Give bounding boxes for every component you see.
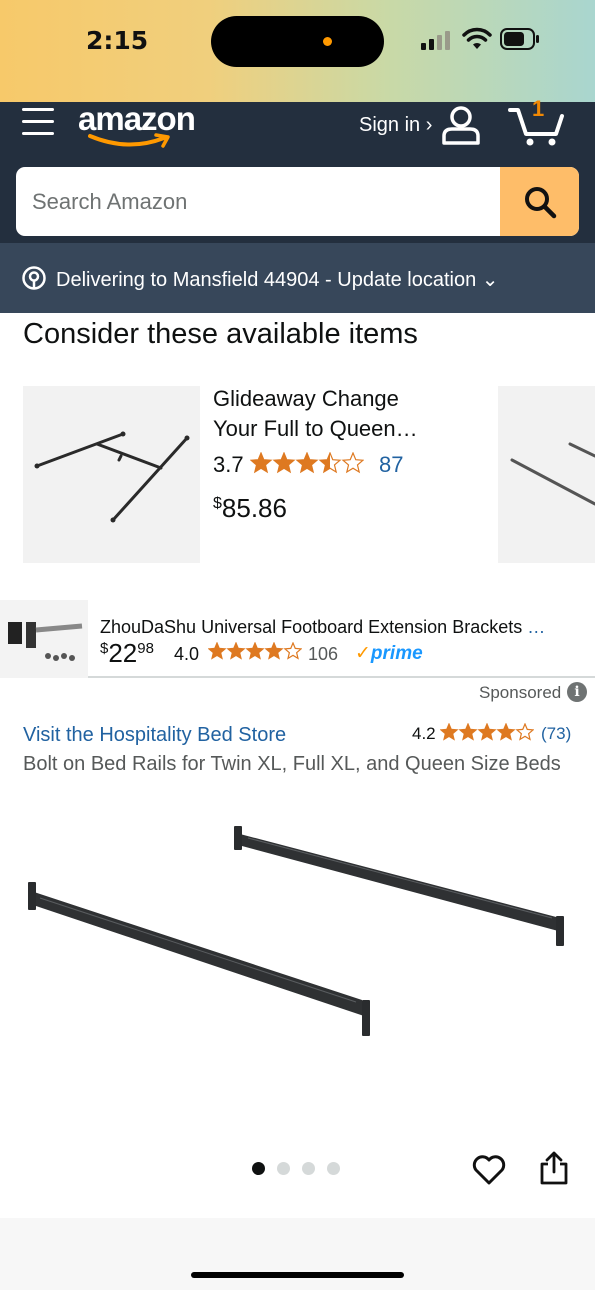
strip-title-text: ZhouDaShu Universal Footboard Extension … (100, 617, 523, 637)
product-card-title-line: Glideaway Change (213, 386, 399, 411)
carousel-dot[interactable] (277, 1162, 290, 1175)
cart-button[interactable]: 1 (506, 96, 568, 148)
cart-count-badge: 1 (532, 96, 545, 121)
prime-label: prime (370, 643, 423, 664)
search-button[interactable] (500, 167, 579, 236)
strip-review-count: 106 (308, 644, 339, 664)
product-card-price: $85.86 (213, 493, 287, 524)
info-icon[interactable]: i (567, 682, 587, 702)
amazon-product-page: 2:15 amazon Sign in › 1 Search Amazon De… (0, 0, 595, 1290)
prime-check-icon: ✓ (355, 643, 371, 664)
bottom-toolbar-area (0, 1218, 595, 1290)
hamburger-menu-icon[interactable] (22, 108, 54, 136)
user-icon[interactable] (440, 105, 482, 145)
carousel-dot[interactable] (252, 1162, 265, 1175)
product-card-title[interactable]: Glideaway Change Your Full to Queen… (213, 384, 453, 444)
strip-price: $2298 (100, 638, 154, 669)
review-count-link[interactable]: 87 (379, 452, 403, 478)
wifi-icon (462, 27, 492, 49)
star-rating-icon (249, 451, 365, 480)
prime-badge: ✓prime (355, 642, 423, 665)
product-thumbnail-bed-rail[interactable] (498, 386, 595, 563)
product-card-rating: 3.7 (213, 451, 365, 480)
visit-store-link[interactable]: Visit the Hospitality Bed Store (23, 724, 286, 747)
share-icon[interactable] (538, 1150, 570, 1186)
strip-product-thumbnail[interactable] (0, 600, 88, 678)
product-title: Bolt on Bed Rails for Twin XL, Full XL, … (23, 753, 561, 775)
price-fraction: 98 (137, 640, 154, 657)
sponsored-label: Sponsored (479, 683, 562, 702)
delivery-location-text: Delivering to Mansfield 44904 - Update l… (56, 269, 499, 291)
status-time: 2:15 (86, 26, 149, 55)
carousel-dot[interactable] (302, 1162, 315, 1175)
delivery-location-bar[interactable]: Delivering to Mansfield 44904 - Update l… (0, 243, 595, 313)
status-bar: 2:15 (0, 0, 595, 102)
search-bar[interactable]: Search Amazon (16, 167, 579, 236)
product-rating-value: 4.2 (412, 724, 436, 743)
dynamic-island (211, 16, 384, 67)
home-indicator[interactable] (191, 1272, 404, 1278)
battery-icon (500, 28, 539, 50)
product-card-title-line: Your Full to Queen… (213, 416, 418, 441)
sponsored-product-strip[interactable]: ZhouDaShu Universal Footboard Extension … (0, 600, 595, 678)
currency-symbol: $ (100, 640, 109, 657)
carousel-dot[interactable] (327, 1162, 340, 1175)
location-pin-icon (22, 266, 46, 290)
heart-icon[interactable] (472, 1154, 506, 1186)
product-review-count[interactable]: (73) (541, 724, 571, 744)
product-thumbnail-bed-frame[interactable] (23, 386, 200, 563)
price-value: 85.86 (221, 493, 287, 523)
search-input[interactable]: Search Amazon (32, 189, 187, 215)
product-image-bed-rails[interactable] (0, 790, 595, 1120)
search-icon (525, 187, 557, 219)
star-rating-icon (207, 641, 303, 665)
sign-in-link[interactable]: Sign in › (359, 114, 432, 137)
strip-product-title[interactable]: ZhouDaShu Universal Footboard Extension … (100, 617, 580, 638)
star-rating-icon[interactable] (439, 722, 535, 746)
rating-value: 3.7 (213, 452, 244, 477)
smile-arrow-icon (88, 133, 170, 148)
amazon-logo[interactable]: amazon (78, 100, 208, 152)
price-whole: 22 (108, 638, 138, 668)
currency-symbol: $ (213, 495, 222, 512)
strip-rating-value: 4.0 (174, 644, 200, 664)
strip-title-ellipsis: … (527, 617, 546, 637)
section-title: Consider these available items (23, 318, 418, 350)
